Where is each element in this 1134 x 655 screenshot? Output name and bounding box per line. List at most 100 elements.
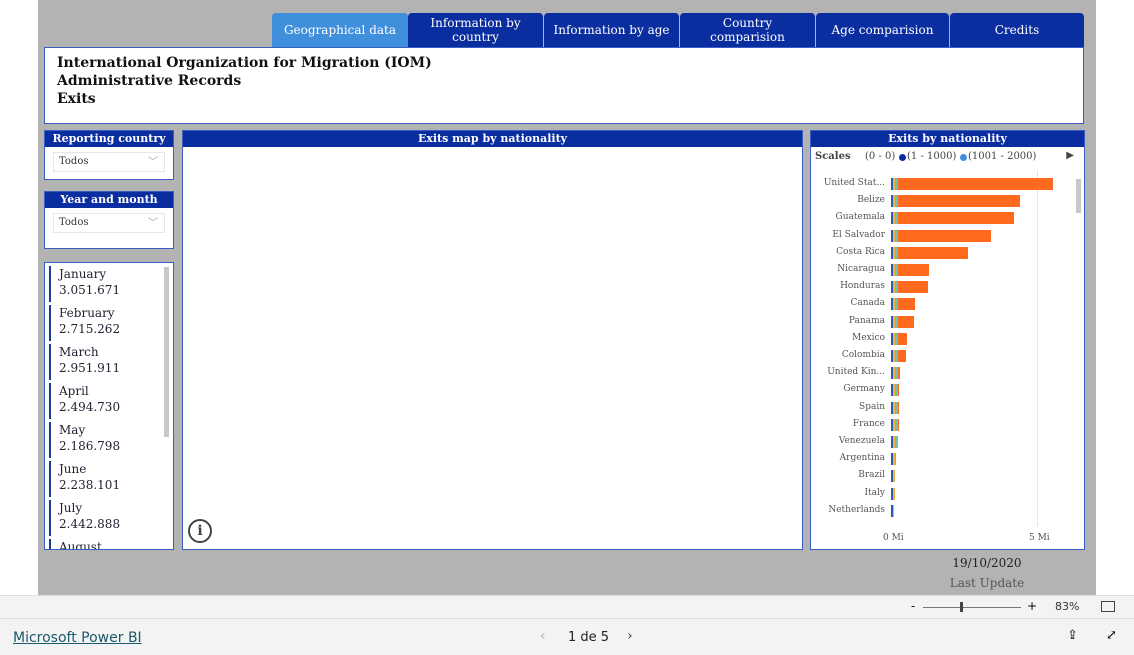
zoom-slider-handle[interactable] — [960, 602, 963, 612]
zoom-out-button[interactable]: - — [911, 599, 915, 613]
share-icon[interactable]: ⇪ — [1067, 628, 1078, 643]
legend-dot — [899, 154, 906, 161]
bar[interactable] — [891, 367, 901, 380]
category-label: United Kin... — [827, 367, 885, 378]
bar[interactable] — [891, 212, 1014, 225]
chevron-down-icon: ﹀ — [148, 218, 158, 229]
month-item[interactable]: May 2.186.798 — [49, 422, 173, 458]
bar[interactable] — [891, 315, 915, 328]
scrollbar[interactable] — [1076, 179, 1081, 213]
bar[interactable] — [891, 332, 908, 345]
month-value: 2.186.798 — [59, 439, 121, 453]
bar[interactable] — [891, 264, 929, 276]
map-title: Exits map by nationality — [183, 131, 802, 147]
info-icon[interactable]: i — [188, 519, 212, 543]
category-label: Netherlands — [828, 504, 885, 515]
slicer-title: Reporting country — [45, 131, 173, 147]
reporting-country-dropdown[interactable]: Todos ﹀ — [53, 152, 165, 172]
category-label: Mexico — [852, 332, 885, 343]
month-value: 2.238.101 — [59, 478, 121, 492]
bar[interactable] — [891, 298, 915, 311]
category-label: Costa Rica — [836, 246, 885, 257]
header-panel: International Organization for Migration… — [44, 47, 1084, 124]
bar[interactable] — [891, 418, 899, 431]
month-item[interactable]: June 2.238.101 — [49, 461, 173, 497]
month-list: January 3.051.671 February 2.715.262 March 2.… — [44, 262, 174, 550]
bar[interactable] — [891, 487, 895, 500]
chart-legend: Scales (0 - 0) (1 - 1000) (1001 - 2000) … — [811, 147, 1084, 167]
category-label: Belize — [857, 195, 885, 206]
x-tick-label: 0 Mi — [883, 533, 904, 543]
bar[interactable] — [891, 281, 929, 294]
tab-credits[interactable]: Credits — [950, 13, 1084, 47]
tab-country-comparision[interactable]: Country comparision — [680, 13, 815, 47]
power-bi-link[interactable]: Microsoft Power BI — [13, 630, 142, 646]
zoom-slider[interactable] — [923, 607, 1021, 608]
bar[interactable] — [891, 178, 1054, 190]
month-value: 3.051.671 — [59, 283, 121, 297]
legend-title: Scales — [815, 151, 851, 162]
map-panel: Exits map by nationality i — [182, 130, 803, 550]
report-canvas: Geographical data Information by country I… — [38, 0, 1096, 595]
page-indicator: 1 de 5 — [568, 630, 610, 645]
bar[interactable] — [891, 453, 896, 466]
category-label: Honduras — [840, 281, 885, 292]
tab-information-by-country[interactable]: Information by country — [408, 13, 543, 47]
category-label: Venezuela — [838, 436, 885, 446]
year-month-dropdown[interactable]: Todos ﹀ — [53, 213, 165, 233]
category-label: Spain — [859, 401, 885, 412]
category-label: Colombia — [841, 350, 885, 360]
chevron-down-icon: ﹀ — [148, 157, 158, 168]
category-label: United Stat... — [823, 178, 885, 188]
bar[interactable] — [891, 384, 899, 397]
month-name: July — [59, 501, 83, 515]
bar[interactable] — [891, 350, 906, 362]
month-item[interactable]: August — [49, 539, 173, 549]
month-item[interactable]: January 3.051.671 — [49, 266, 173, 302]
month-value: 2.951.911 — [59, 361, 121, 375]
slicer-title: Year and month — [45, 192, 173, 208]
category-label: Italy — [864, 487, 885, 498]
gridline — [1037, 171, 1038, 526]
category-label: France — [852, 418, 885, 429]
legend-entry: (1 - 1000) — [907, 151, 957, 162]
bar[interactable] — [891, 195, 1021, 208]
month-item[interactable]: April 2.494.730 — [49, 383, 173, 419]
zoom-in-button[interactable]: + — [1027, 599, 1037, 613]
tab-age-comparision[interactable]: Age comparision — [816, 13, 949, 47]
tab-information-by-age[interactable]: Information by age — [544, 13, 679, 47]
tab-geographical-data[interactable]: Geographical data — [272, 13, 408, 47]
bar[interactable] — [891, 436, 898, 448]
month-name: March — [59, 345, 99, 359]
bar[interactable] — [891, 229, 991, 242]
category-label: Nicaragua — [837, 264, 885, 274]
reporting-country-slicer: Reporting country Todos ﹀ — [44, 130, 174, 180]
zoom-percent: 83% — [1055, 600, 1080, 613]
bar[interactable] — [891, 401, 899, 414]
scrollbar[interactable] — [164, 267, 169, 437]
month-item[interactable]: July 2.442.888 — [49, 500, 173, 536]
bar[interactable] — [891, 246, 969, 259]
month-name: May — [59, 423, 86, 437]
category-label: Guatemala — [835, 212, 885, 223]
legend-next-arrow-icon[interactable]: ▶ — [1066, 150, 1074, 161]
last-update-date: 19/10/2020 — [952, 556, 1022, 570]
month-item[interactable]: March 2.951.911 — [49, 344, 173, 380]
month-name: June — [59, 462, 87, 476]
exits-chart-panel: Exits by nationality Scales (0 - 0) (1 -… — [810, 130, 1085, 550]
month-name: February — [59, 306, 115, 320]
header-line1: International Organization for Migration… — [57, 55, 432, 71]
category-label: Germany — [843, 384, 885, 395]
zoom-bar: - + 83% — [0, 595, 1134, 618]
next-page-icon[interactable]: › — [627, 628, 633, 644]
month-name: April — [59, 384, 89, 398]
bar[interactable] — [891, 470, 896, 483]
prev-page-icon[interactable]: ‹ — [540, 628, 546, 644]
fullscreen-icon[interactable]: ⤢ — [1106, 628, 1117, 643]
month-name: January — [59, 267, 107, 281]
bar[interactable] — [891, 504, 894, 517]
dropdown-value: Todos — [59, 217, 89, 228]
category-label: Argentina — [839, 453, 885, 464]
fit-to-page-icon[interactable] — [1101, 601, 1115, 612]
month-item[interactable]: February 2.715.262 — [49, 305, 173, 341]
